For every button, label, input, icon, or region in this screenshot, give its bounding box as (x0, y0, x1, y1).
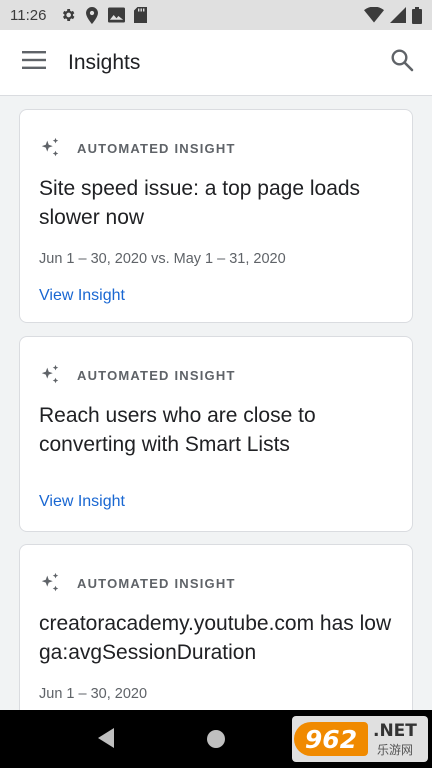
signal-icon (390, 7, 406, 23)
card-header: AUTOMATED INSIGHT (39, 571, 393, 595)
insight-headline: Reach users who are close to converting … (39, 404, 316, 456)
gear-icon (60, 7, 76, 23)
location-icon (85, 6, 99, 24)
insight-date-range: Jun 1 – 30, 2020 vs. May 1 – 31, 2020 (39, 251, 286, 267)
insight-date-range: Jun 1 – 30, 2020 (39, 686, 148, 702)
status-right-icons (364, 6, 422, 24)
insights-list: AUTOMATED INSIGHT Site speed issue: a to… (0, 96, 432, 710)
watermark-text: .NET 乐游网 (373, 721, 417, 758)
status-left-icons (60, 6, 148, 24)
insight-headline: creatoracademy.youtube.com has low ga:av… (39, 612, 392, 664)
hamburger-menu-icon (22, 51, 46, 74)
battery-icon (412, 6, 422, 24)
watermark-badge: 962 (294, 722, 368, 756)
screen: 11:26 Insights AUTOMATED INSIGHT Site sp… (0, 0, 432, 768)
back-triangle-icon[interactable] (96, 727, 116, 754)
app-bar: Insights (0, 30, 432, 96)
insight-card[interactable]: AUTOMATED INSIGHT Site speed issue: a to… (19, 109, 413, 323)
image-icon (108, 7, 126, 23)
view-insight-link[interactable]: View Insight (39, 493, 125, 511)
insight-card[interactable]: AUTOMATED INSIGHT Reach users who are cl… (19, 336, 413, 532)
sparkle-icon (39, 364, 61, 386)
home-circle-icon[interactable] (207, 730, 225, 748)
wifi-icon (364, 7, 384, 23)
search-button[interactable] (372, 30, 432, 96)
sparkle-icon (39, 137, 61, 159)
status-bar: 11:26 (0, 0, 432, 30)
card-label: AUTOMATED INSIGHT (77, 575, 236, 591)
watermark-net: .NET (373, 720, 417, 741)
card-header: AUTOMATED INSIGHT (39, 363, 393, 387)
page-title: Insights (68, 50, 141, 74)
status-time: 11:26 (10, 6, 47, 24)
watermark-cn: 乐游网 (376, 742, 413, 757)
sparkle-icon (39, 572, 61, 594)
menu-button[interactable] (0, 30, 68, 96)
insight-card[interactable]: AUTOMATED INSIGHT creatoracademy.youtube… (19, 544, 413, 710)
card-label: AUTOMATED INSIGHT (77, 140, 236, 156)
search-icon (390, 48, 414, 77)
watermark-logo: 962 .NET 乐游网 (292, 716, 428, 762)
sd-card-icon (134, 7, 148, 23)
card-label: AUTOMATED INSIGHT (77, 367, 236, 383)
insight-headline: Site speed issue: a top page loads slowe… (39, 177, 361, 229)
view-insight-link[interactable]: View Insight (39, 287, 125, 305)
card-header: AUTOMATED INSIGHT (39, 136, 393, 160)
